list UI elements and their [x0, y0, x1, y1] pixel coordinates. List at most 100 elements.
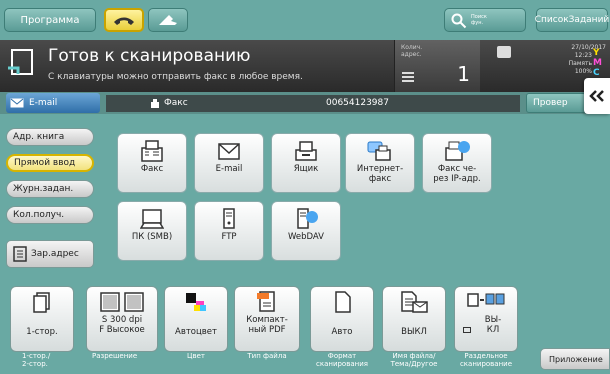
resolution-icon — [100, 292, 144, 312]
tab-email-label: E-mail — [29, 98, 58, 108]
search-icon — [451, 13, 467, 29]
label-resolution: Разрешение — [92, 352, 138, 360]
applications-button[interactable]: Приложение — [540, 348, 610, 370]
register-address-icon — [13, 246, 27, 262]
page-title: Готов к сканированию — [48, 46, 251, 66]
destination-type: Факс — [164, 98, 188, 108]
webdav-label: WebDAV — [287, 232, 324, 242]
job-list-button[interactable]: СписокЗаданий — [535, 8, 609, 32]
toner-y: Y — [593, 48, 600, 58]
separate-scan-icon — [467, 293, 505, 307]
resolution-button[interactable]: S 300 dpi F Высокое — [86, 286, 158, 352]
alert-icon[interactable] — [497, 46, 511, 58]
file-name-icon — [401, 291, 428, 313]
handset-button[interactable] — [148, 8, 188, 32]
internet-fax-tile[interactable]: Интернет- факс — [345, 133, 415, 193]
ftp-tile[interactable]: FTP — [194, 201, 264, 261]
label-separate-scan-2: сканирование — [459, 360, 513, 368]
box-label: Ящик — [293, 164, 319, 174]
phone-icon — [114, 17, 134, 25]
box-tile[interactable]: Ящик — [271, 133, 341, 193]
handset-icon — [159, 15, 177, 25]
sidebar-item-direct-input[interactable]: Прямой ввод — [6, 154, 94, 172]
status-header: Готов к сканированию С клавиатуры можно … — [0, 40, 610, 92]
label-file-name-1: Имя файла/ — [392, 352, 436, 360]
file-name-button[interactable]: ВЫКЛ — [382, 286, 446, 352]
page-subtitle: С клавиатуры можно отправить факс в любо… — [48, 72, 303, 82]
pdf-file-icon — [257, 291, 275, 312]
resolution-value-2: F Высокое — [99, 325, 145, 335]
file-type-value-2: ный PDF — [248, 325, 286, 335]
label-duplex-1: 1-стор./ — [22, 352, 51, 360]
search-label: Поиск фун. — [471, 14, 487, 26]
ftp-label: FTP — [221, 232, 237, 242]
separate-scan-button[interactable]: ВЫ- КЛ — [454, 286, 518, 352]
color-icon — [186, 293, 206, 311]
webdav-tile[interactable]: WebDAV — [271, 201, 341, 261]
address-counter[interactable]: Колич. адрес. 1 — [394, 40, 480, 92]
pc-smb-tile[interactable]: ПК (SMB) — [117, 201, 187, 261]
register-address-button[interactable]: Зар.адрес — [6, 240, 94, 268]
label-file-name-2: Тема/Другое — [390, 360, 438, 368]
label-separate-scan: Раздельное сканирование — [450, 352, 522, 368]
file-type-button[interactable]: Компакт- ный PDF — [234, 286, 300, 352]
counter-value: 1 — [457, 62, 470, 86]
list-icon — [402, 72, 414, 82]
ip-fax-icon — [445, 141, 470, 161]
color-value: Автоцвет — [175, 327, 217, 337]
email-label: E-mail — [215, 164, 243, 174]
ip-fax-label-2: рез IP-адр. — [433, 174, 481, 184]
fax-label: Факс — [140, 164, 164, 174]
label-file-type: Тип файла — [247, 352, 287, 360]
duplex-button[interactable]: 1-стор. — [10, 286, 74, 352]
file-type-value-1: Компакт- — [246, 315, 288, 325]
sidebar-item-count[interactable]: Кол.получ. — [6, 206, 94, 224]
computer-icon — [140, 209, 164, 229]
separate-scan-off-icon — [463, 327, 471, 333]
page-icon — [335, 291, 351, 313]
envelope-icon — [218, 143, 240, 160]
double-chevron-left-icon — [589, 90, 604, 102]
label-separate-scan-1: Раздельное — [464, 352, 508, 360]
tab-email[interactable]: E-mail — [6, 93, 100, 113]
mail-icon — [10, 98, 24, 108]
internet-fax-label-1: Интернет- — [356, 164, 404, 174]
destination-bar: Факс 00654123987 — [106, 95, 520, 112]
single-sided-icon — [33, 292, 50, 313]
scan-screen: Программа Поиск фун. СписокЗаданий Готов… — [0, 0, 610, 374]
scan-size-value: Авто — [331, 327, 353, 337]
check-button[interactable]: Провер — [526, 93, 586, 113]
file-name-value: ВЫКЛ — [401, 327, 427, 337]
scan-size-button[interactable]: Авто — [310, 286, 374, 352]
fax-small-icon — [151, 99, 159, 108]
fax-tile[interactable]: Факс — [117, 133, 187, 193]
label-color: Цвет — [187, 352, 205, 360]
ip-fax-label-1: Факс че- — [437, 164, 477, 174]
label-scan-size: Формат сканирования — [306, 352, 378, 368]
separate-scan-value-2: КЛ — [486, 325, 500, 335]
search-button[interactable]: Поиск фун. — [444, 8, 526, 32]
email-tile[interactable]: E-mail — [194, 133, 264, 193]
separate-scan-value-1: ВЫ- — [484, 315, 502, 325]
duplex-value: 1-стор. — [26, 327, 58, 337]
program-button[interactable]: Программа — [4, 8, 96, 32]
ip-fax-tile[interactable]: Факс че- рез IP-адр. — [422, 133, 492, 193]
internet-fax-icon — [367, 141, 391, 161]
resolution-value-1: S 300 dpi — [101, 315, 143, 325]
label-scan-size-2: сканирования — [316, 360, 368, 368]
collapse-panel-button[interactable] — [584, 78, 610, 114]
label-duplex: 1-стор./ 2-стор. — [10, 352, 74, 368]
toner-c: C — [593, 68, 600, 78]
server-icon — [223, 208, 235, 229]
webdav-server-icon — [297, 208, 318, 229]
register-address-label: Зар.адрес — [31, 249, 79, 259]
sidebar-item-job-log[interactable]: Журн.задан. — [6, 180, 94, 198]
scan-document-icon — [8, 49, 33, 75]
fax-icon — [141, 140, 163, 162]
phone-mode-button[interactable] — [104, 8, 144, 32]
internet-fax-label-2: факс — [368, 174, 392, 184]
toner-m: M — [593, 58, 602, 68]
sidebar-item-addr-book[interactable]: Адр. книга — [6, 128, 94, 146]
color-button[interactable]: Автоцвет — [164, 286, 228, 352]
box-icon — [295, 141, 317, 161]
